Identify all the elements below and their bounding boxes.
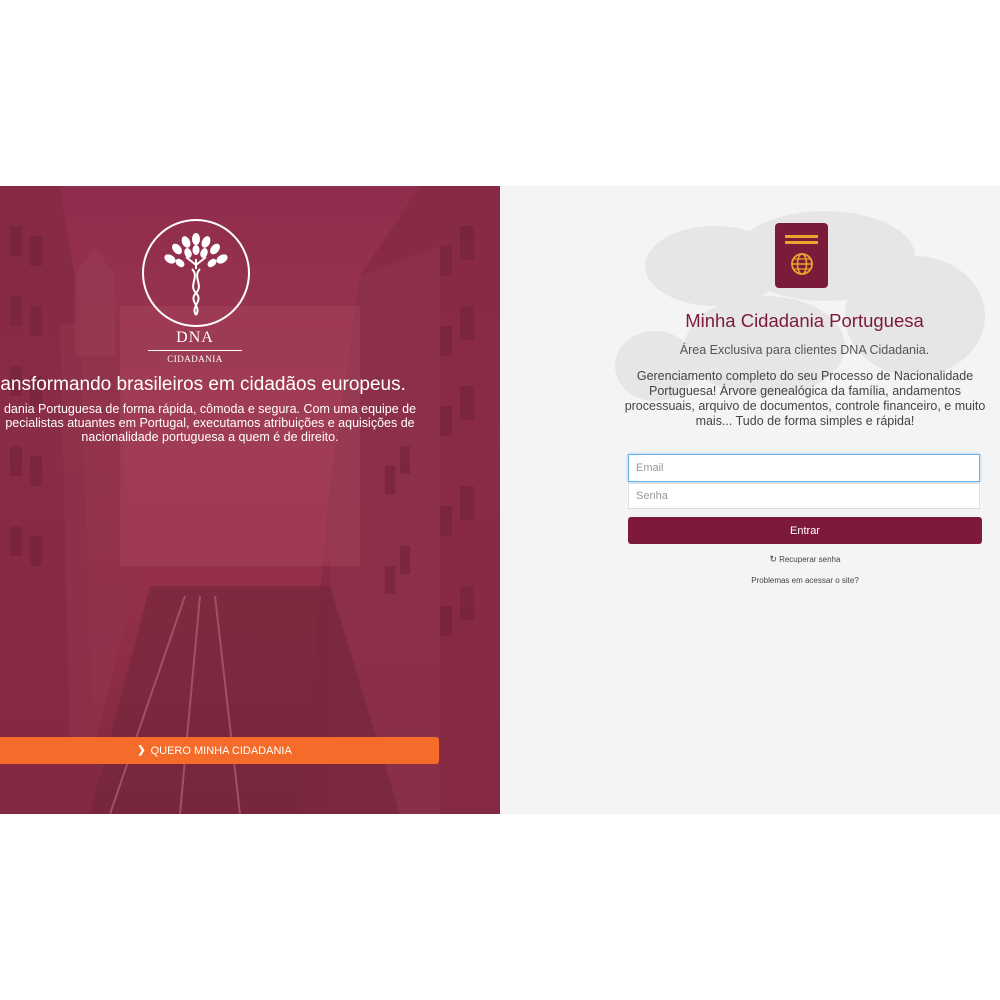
email-placeholder: Email (636, 462, 664, 474)
logo-title: DNA (176, 329, 214, 346)
refresh-icon: ↻ (769, 554, 778, 564)
chevron-right-icon: ❯ (137, 745, 146, 756)
logo-subtitle: CIDADANIA (167, 354, 223, 364)
access-problems-link[interactable]: Problemas em acessar o site? (628, 576, 982, 585)
login-panel: Minha Cidadania Portuguesa Área Exclusiv… (500, 186, 1000, 814)
hero-overlay (0, 186, 500, 814)
entrar-label: Entrar (790, 524, 820, 537)
login-description: Gerenciamento completo do seu Processo d… (624, 369, 986, 428)
password-placeholder: Senha (636, 490, 668, 502)
passport-icon (775, 223, 828, 288)
hero-title: ransformando brasileiros em cidadãos eur… (0, 374, 406, 395)
hero-description: dania Portuguesa de forma rápida, cômoda… (3, 402, 417, 444)
recover-label: Recuperar senha (779, 555, 841, 564)
password-input[interactable]: Senha (628, 483, 980, 509)
passport-stripe (785, 235, 818, 238)
hero-panel: DNA CIDADANIA ransformando brasileiros e… (0, 186, 500, 814)
login-subtitle: Área Exclusiva para clientes DNA Cidadan… (679, 343, 930, 357)
tree-icon (164, 233, 228, 316)
logo-divider (148, 350, 242, 351)
login-title: Minha Cidadania Portuguesa (685, 310, 924, 331)
dna-cidadania-logo: DNA CIDADANIA (142, 219, 250, 364)
cta-label: QUERO MINHA CIDADANIA (150, 744, 292, 757)
recover-password-link[interactable]: ↻ Recuperar senha (628, 554, 982, 565)
globe-icon (791, 253, 813, 275)
passport-stripe (785, 241, 818, 244)
email-input[interactable]: Email (628, 454, 980, 482)
entrar-button[interactable]: Entrar (628, 517, 982, 544)
quero-minha-cidadania-button[interactable]: ❯ QUERO MINHA CIDADANIA (0, 737, 439, 764)
